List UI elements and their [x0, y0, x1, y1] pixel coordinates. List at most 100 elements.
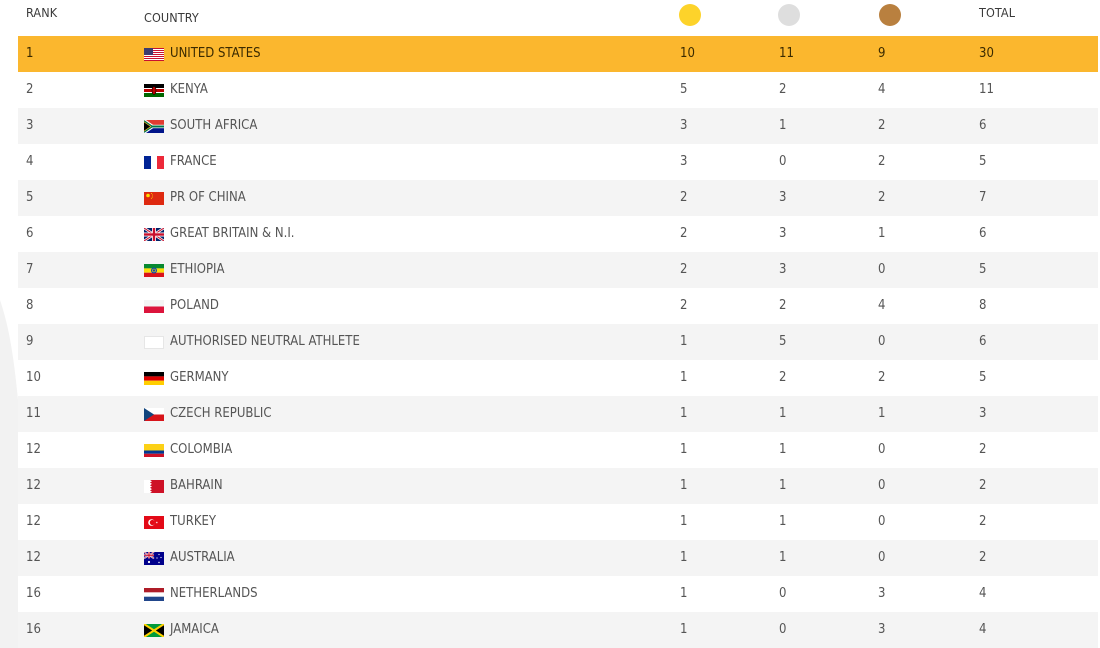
country-name: CZECH REPUBLIC: [170, 406, 272, 421]
total-count-cell: 2: [979, 514, 987, 529]
china-flag: [144, 191, 164, 205]
bronze-count-cell: 0: [878, 334, 886, 349]
country-cell[interactable]: ETHIOPIA: [144, 252, 224, 288]
bronze-medal-icon: [879, 4, 901, 26]
total-count-cell: 2: [979, 478, 987, 493]
table-row[interactable]: 12 AUSTRALIA 1 1 0 2: [18, 540, 1098, 576]
country-name: POLAND: [170, 298, 219, 313]
bronze-count-cell: 9: [878, 46, 886, 61]
total-count-cell: 6: [979, 118, 987, 133]
gold-count-cell: 3: [680, 118, 688, 133]
country-name: UNITED STATES: [170, 46, 261, 61]
total-count-cell: 4: [979, 622, 987, 637]
rank-cell: 4: [26, 154, 34, 169]
table-row[interactable]: 12 TURKEY 1 1 0 2: [18, 504, 1098, 540]
table-row[interactable]: 12 COLOMBIA 1 1 0 2: [18, 432, 1098, 468]
country-cell[interactable]: BAHRAIN: [144, 468, 223, 504]
silver-medal-icon: [778, 4, 800, 26]
country-name: SOUTH AFRICA: [170, 118, 258, 133]
gold-count-cell: 2: [680, 226, 688, 241]
table-row[interactable]: 1 UNITED STATES 10 11 9 30: [18, 36, 1098, 72]
table-row[interactable]: 9 AUTHORISED NEUTRAL ATHLETE 1 5 0 6: [18, 324, 1098, 360]
rank-cell: 9: [26, 334, 34, 349]
silver-count-cell: 2: [779, 298, 787, 313]
gold-medal-icon: [679, 4, 701, 26]
silver-count-cell: 5: [779, 334, 787, 349]
country-cell[interactable]: CZECH REPUBLIC: [144, 396, 272, 432]
table-row[interactable]: 6 GREAT BRITAIN & N.I. 2 3 1 6: [18, 216, 1098, 252]
silver-count-cell: 0: [779, 622, 787, 637]
bronze-count-cell: 0: [878, 478, 886, 493]
rank-cell: 5: [26, 190, 34, 205]
country-cell[interactable]: POLAND: [144, 288, 219, 324]
country-cell[interactable]: TURKEY: [144, 504, 216, 540]
silver-count-cell: 3: [779, 190, 787, 205]
country-column-header: COUNTRY: [144, 10, 199, 25]
blank-flag: [144, 335, 164, 349]
gold-count-cell: 10: [680, 46, 695, 61]
silver-count-cell: 2: [779, 370, 787, 385]
table-row[interactable]: 10 GERMANY 1 2 2 5: [18, 360, 1098, 396]
silver-count-cell: 3: [779, 262, 787, 277]
table-row[interactable]: 12 BAHRAIN 1 1 0 2: [18, 468, 1098, 504]
bronze-count-cell: 2: [878, 190, 886, 205]
country-cell[interactable]: KENYA: [144, 72, 208, 108]
gold-count-cell: 1: [680, 370, 688, 385]
table-row[interactable]: 3 SOUTH AFRICA 3 1 2 6: [18, 108, 1098, 144]
table-row[interactable]: 16 JAMAICA 1 0 3 4: [18, 612, 1098, 648]
rank-cell: 12: [26, 478, 41, 493]
country-cell[interactable]: JAMAICA: [144, 612, 219, 648]
country-cell[interactable]: GERMANY: [144, 360, 229, 396]
country-name: GERMANY: [170, 370, 229, 385]
ethiopia-flag: [144, 263, 164, 277]
germany-flag: [144, 371, 164, 385]
gold-count-cell: 1: [680, 334, 688, 349]
table-row[interactable]: 11 CZECH REPUBLIC 1 1 1 3: [18, 396, 1098, 432]
total-column-header: TOTAL: [979, 5, 1016, 20]
country-cell[interactable]: GREAT BRITAIN & N.I.: [144, 216, 295, 252]
country-name: TURKEY: [170, 514, 217, 529]
czech-flag: [144, 407, 164, 421]
bronze-count-cell: 2: [878, 370, 886, 385]
country-cell[interactable]: NETHERLANDS: [144, 576, 258, 612]
gold-count-cell: 1: [680, 514, 688, 529]
silver-count-cell: 3: [779, 226, 787, 241]
rank-cell: 16: [26, 586, 41, 601]
bahrain-flag: [144, 479, 164, 493]
gold-count-cell: 1: [680, 622, 688, 637]
total-count-cell: 4: [979, 586, 987, 601]
gold-count-cell: 5: [680, 82, 688, 97]
table-row[interactable]: 4 FRANCE 3 0 2 5: [18, 144, 1098, 180]
country-cell[interactable]: FRANCE: [144, 144, 217, 180]
country-name: ETHIOPIA: [170, 262, 225, 277]
rank-cell: 1: [26, 46, 34, 61]
country-cell[interactable]: COLOMBIA: [144, 432, 232, 468]
table-row[interactable]: 5 PR OF CHINA 2 3 2 7: [18, 180, 1098, 216]
country-name: NETHERLANDS: [170, 586, 258, 601]
gold-count-cell: 2: [680, 190, 688, 205]
rank-cell: 12: [26, 514, 41, 529]
table-row[interactable]: 16 NETHERLANDS 1 0 3 4: [18, 576, 1098, 612]
table-header: RANK COUNTRY TOTAL: [18, 0, 1098, 36]
table-row[interactable]: 8 POLAND 2 2 4 8: [18, 288, 1098, 324]
country-cell[interactable]: SOUTH AFRICA: [144, 108, 257, 144]
country-cell[interactable]: AUTHORISED NEUTRAL ATHLETE: [144, 324, 360, 360]
total-count-cell: 2: [979, 442, 987, 457]
rank-cell: 2: [26, 82, 34, 97]
country-cell[interactable]: PR OF CHINA: [144, 180, 246, 216]
country-cell[interactable]: AUSTRALIA: [144, 540, 235, 576]
country-cell[interactable]: UNITED STATES: [144, 36, 261, 72]
gold-count-cell: 2: [680, 298, 688, 313]
total-count-cell: 5: [979, 262, 987, 277]
bronze-count-cell: 0: [878, 550, 886, 565]
total-count-cell: 11: [979, 82, 994, 97]
table-row[interactable]: 2 KENYA 5 2 4 11: [18, 72, 1098, 108]
total-count-cell: 2: [979, 550, 987, 565]
country-name: AUTHORISED NEUTRAL ATHLETE: [170, 334, 360, 349]
gold-count-cell: 1: [680, 478, 688, 493]
table-row[interactable]: 7 ETHIOPIA 2 3 0 5: [18, 252, 1098, 288]
rank-cell: 10: [26, 370, 41, 385]
silver-count-cell: 0: [779, 586, 787, 601]
total-count-cell: 5: [979, 154, 987, 169]
south-africa-flag: [144, 119, 164, 133]
